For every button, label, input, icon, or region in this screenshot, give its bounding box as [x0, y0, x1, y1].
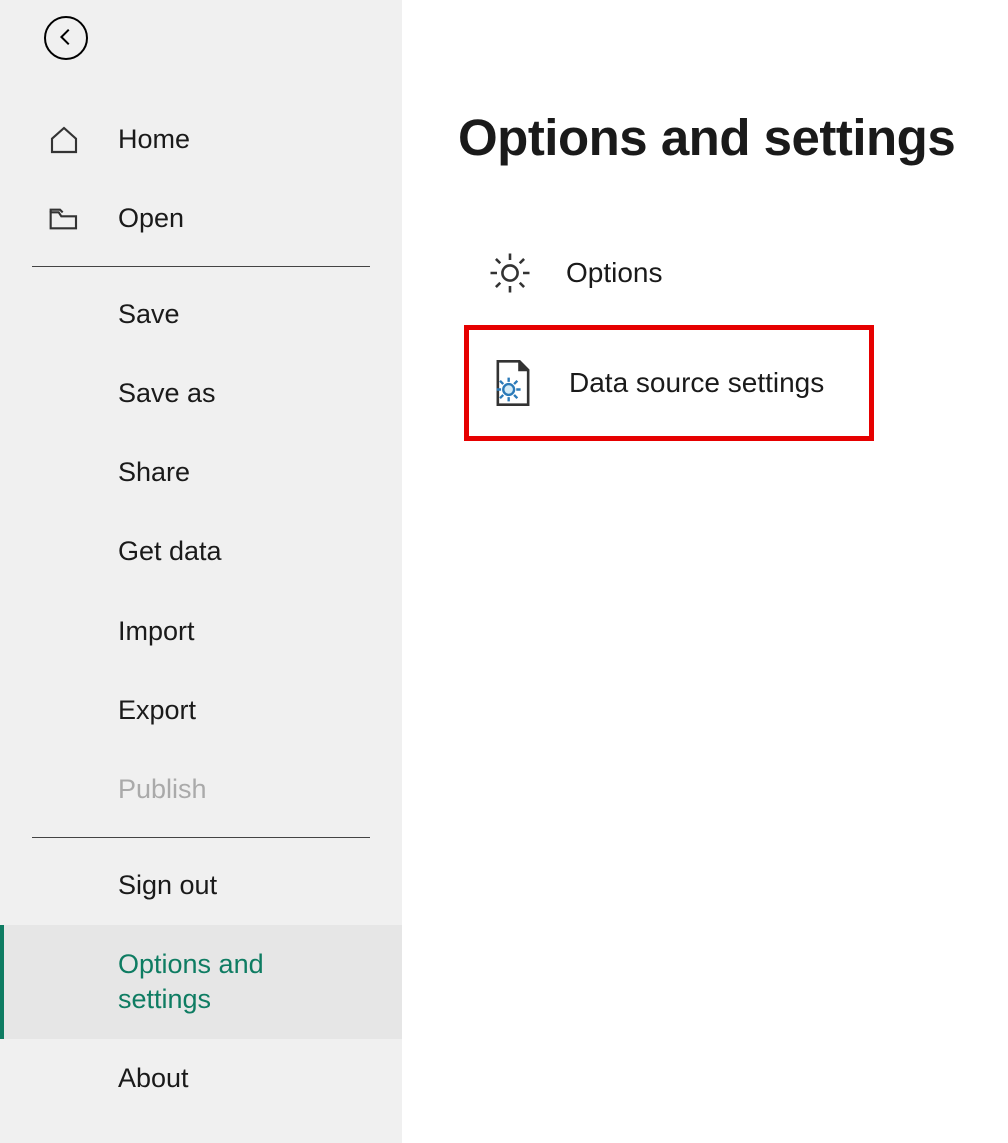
- gear-icon: [484, 247, 536, 299]
- divider: [32, 837, 370, 838]
- sidebar-item-label: About: [118, 1061, 189, 1096]
- sidebar-item-label: Share: [118, 455, 190, 490]
- sidebar: Home Open Save Save as Share Get data Im…: [0, 0, 402, 1143]
- sidebar-item-getdata[interactable]: Get data: [0, 512, 402, 591]
- option-item-data-source-settings[interactable]: Data source settings: [464, 325, 874, 441]
- option-label: Options: [566, 257, 663, 289]
- sidebar-item-about[interactable]: About: [0, 1039, 402, 1118]
- sidebar-item-signout[interactable]: Sign out: [0, 846, 402, 925]
- data-source-settings-icon: [487, 357, 539, 409]
- folder-icon: [48, 203, 80, 235]
- back-arrow-icon: [55, 26, 77, 51]
- sidebar-item-label: Get data: [118, 534, 222, 569]
- sidebar-item-open[interactable]: Open: [0, 179, 402, 258]
- sidebar-item-share[interactable]: Share: [0, 433, 402, 512]
- back-button[interactable]: [44, 16, 88, 60]
- sidebar-item-options-and-settings[interactable]: Options and settings: [0, 925, 402, 1039]
- option-item-options[interactable]: Options: [466, 227, 988, 319]
- main-panel: Options and settings Options Data source…: [402, 0, 1008, 1143]
- sidebar-item-label: Export: [118, 693, 196, 728]
- sidebar-item-label: Sign out: [118, 868, 217, 903]
- sidebar-item-export[interactable]: Export: [0, 671, 402, 750]
- sidebar-item-save[interactable]: Save: [0, 275, 402, 354]
- sidebar-item-label: Save: [118, 297, 180, 332]
- sidebar-item-label: Options and settings: [118, 947, 338, 1017]
- sidebar-item-saveas[interactable]: Save as: [0, 354, 402, 433]
- sidebar-item-import[interactable]: Import: [0, 592, 402, 671]
- option-label: Data source settings: [569, 367, 824, 399]
- sidebar-item-publish: Publish: [0, 750, 402, 829]
- page-title: Options and settings: [458, 108, 988, 167]
- home-icon: [48, 124, 80, 156]
- sidebar-item-label: Home: [118, 122, 190, 157]
- sidebar-item-label: Save as: [118, 376, 216, 411]
- sidebar-item-label: Open: [118, 201, 184, 236]
- sidebar-item-label: Publish: [118, 772, 207, 807]
- sidebar-item-label: Import: [118, 614, 195, 649]
- divider: [32, 266, 370, 267]
- sidebar-item-home[interactable]: Home: [0, 100, 402, 179]
